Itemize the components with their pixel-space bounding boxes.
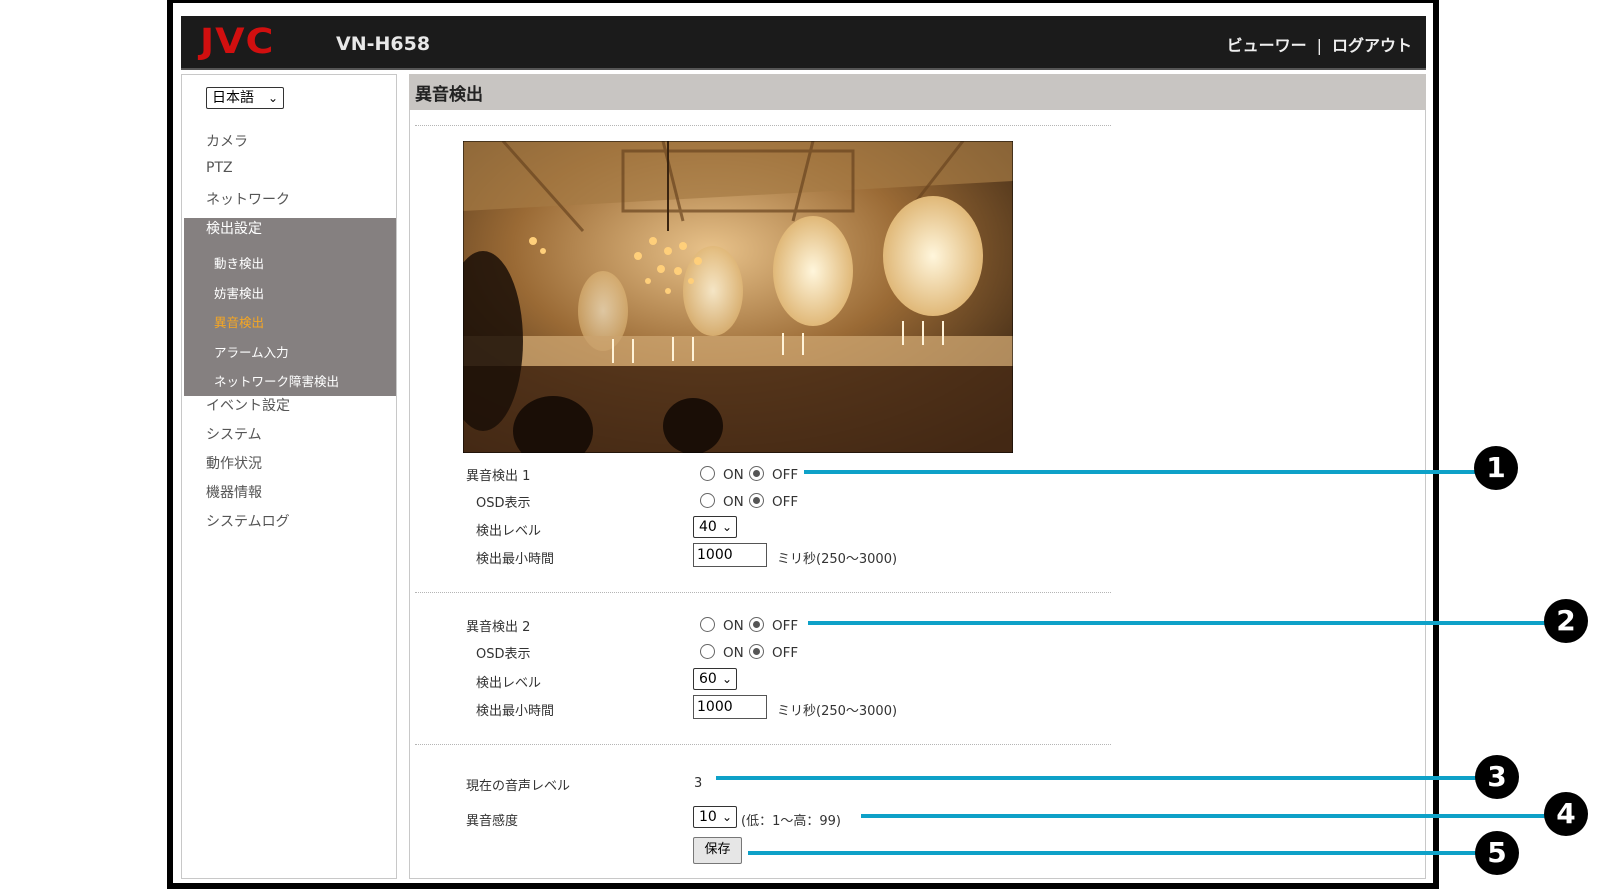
- chevron-down-icon: ⌄: [721, 520, 732, 534]
- sidebar-subitem-motion[interactable]: 動き検出: [214, 253, 264, 272]
- detection1-off-label: OFF: [772, 467, 799, 483]
- detection1-time-input[interactable]: 1000: [693, 543, 767, 567]
- callout-line-1: [804, 470, 1484, 474]
- detection1-level-label: 検出レベル: [476, 524, 542, 539]
- language-select[interactable]: 日本語 ⌄: [206, 87, 284, 109]
- sidebar-item-system[interactable]: システム: [206, 424, 262, 444]
- detection2-on-radio[interactable]: [700, 617, 715, 632]
- sidebar-item-event[interactable]: イベント設定: [206, 395, 290, 415]
- camera-preview: [463, 141, 1013, 453]
- callout-line-2: [808, 621, 1553, 625]
- callout-line-5: [748, 851, 1488, 855]
- chevron-down-icon: ⌄: [721, 810, 732, 824]
- callout-line-3: [716, 776, 1486, 780]
- detection1-on-label: ON: [723, 467, 744, 483]
- detection1-osd-off-radio[interactable]: [749, 493, 764, 508]
- chevron-down-icon: ⌄: [721, 672, 732, 686]
- detection1-off-radio[interactable]: [749, 466, 764, 481]
- sidebar-subitem-tamper[interactable]: 妨害検出: [214, 283, 264, 302]
- detection2-osd-off-label: OFF: [772, 645, 799, 661]
- callout-badge-1: 1: [1474, 446, 1518, 490]
- header-links: ビューワー | ログアウト: [1227, 32, 1412, 56]
- callout-badge-2: 2: [1544, 599, 1588, 643]
- sidebar-item-status[interactable]: 動作状況: [206, 453, 262, 473]
- sensitivity-select[interactable]: 10 ⌄: [693, 806, 737, 828]
- page-title: 異音検出: [409, 74, 1426, 110]
- submenu-panel: [184, 218, 396, 396]
- callout-badge-5: 5: [1475, 831, 1519, 875]
- header-bar: JVC VN-H658 ビューワー | ログアウト: [181, 16, 1426, 70]
- sidebar-subitem-alarm[interactable]: アラーム入力: [214, 342, 289, 361]
- divider: [415, 744, 1111, 745]
- sidebar-item-info[interactable]: 機器情報: [206, 482, 262, 502]
- detection1-time-unit: ミリ秒(250〜3000): [777, 552, 898, 567]
- detection2-osd-on-label: ON: [723, 645, 744, 661]
- detection2-off-label: OFF: [772, 618, 799, 634]
- detection1-osd-on-radio[interactable]: [700, 493, 715, 508]
- detection1-on-radio[interactable]: [700, 466, 715, 481]
- detection1-osd-on-label: ON: [723, 494, 744, 510]
- save-button[interactable]: 保存: [693, 837, 742, 864]
- detection1-label: 異音検出 1: [466, 469, 531, 484]
- detection1-level-select[interactable]: 40 ⌄: [693, 516, 737, 538]
- detection2-osd-on-radio[interactable]: [700, 644, 715, 659]
- current-level-value: 3: [694, 776, 703, 791]
- model-name: VN-H658: [336, 33, 431, 55]
- detection2-osd-label: OSD表示: [476, 647, 531, 662]
- sidebar-item-syslog[interactable]: システムログ: [206, 511, 290, 531]
- detection2-off-radio[interactable]: [749, 617, 764, 632]
- detection1-time-label: 検出最小時間: [476, 552, 555, 567]
- detection2-time-label: 検出最小時間: [476, 704, 555, 719]
- callout-line-4: [861, 814, 1553, 818]
- chevron-down-icon: ⌄: [267, 91, 278, 105]
- sidebar-item-ptz[interactable]: PTZ: [206, 160, 233, 176]
- detection1-osd-off-label: OFF: [772, 494, 799, 510]
- divider: [415, 592, 1111, 593]
- sidebar-item-camera[interactable]: カメラ: [206, 131, 248, 151]
- link-separator: |: [1316, 36, 1322, 55]
- current-level-label: 現在の音声レベル: [466, 779, 571, 794]
- detection2-osd-off-radio[interactable]: [749, 644, 764, 659]
- sidebar-subitem-audio[interactable]: 異音検出: [214, 312, 264, 331]
- viewer-link[interactable]: ビューワー: [1227, 36, 1307, 55]
- callout-badge-4: 4: [1544, 792, 1588, 836]
- detection2-time-input[interactable]: 1000: [693, 695, 767, 719]
- detection2-on-label: ON: [723, 618, 744, 634]
- logout-link[interactable]: ログアウト: [1332, 36, 1412, 55]
- detection2-label: 異音検出 2: [466, 620, 531, 635]
- detection1-osd-label: OSD表示: [476, 496, 531, 511]
- jvc-logo: JVC: [200, 20, 275, 62]
- sidebar-subitem-network-failure[interactable]: ネットワーク障害検出: [214, 371, 339, 390]
- sensitivity-label: 異音感度: [466, 814, 519, 829]
- sidebar-item-network[interactable]: ネットワーク: [206, 189, 290, 209]
- divider: [415, 125, 1111, 126]
- detection2-level-select[interactable]: 60 ⌄: [693, 668, 737, 690]
- sensitivity-range: (低：1〜高：99): [741, 814, 841, 829]
- detection2-time-unit: ミリ秒(250〜3000): [777, 704, 898, 719]
- callout-badge-3: 3: [1475, 755, 1519, 799]
- detection2-level-label: 検出レベル: [476, 676, 542, 691]
- sidebar-item-detection[interactable]: 検出設定: [206, 218, 262, 238]
